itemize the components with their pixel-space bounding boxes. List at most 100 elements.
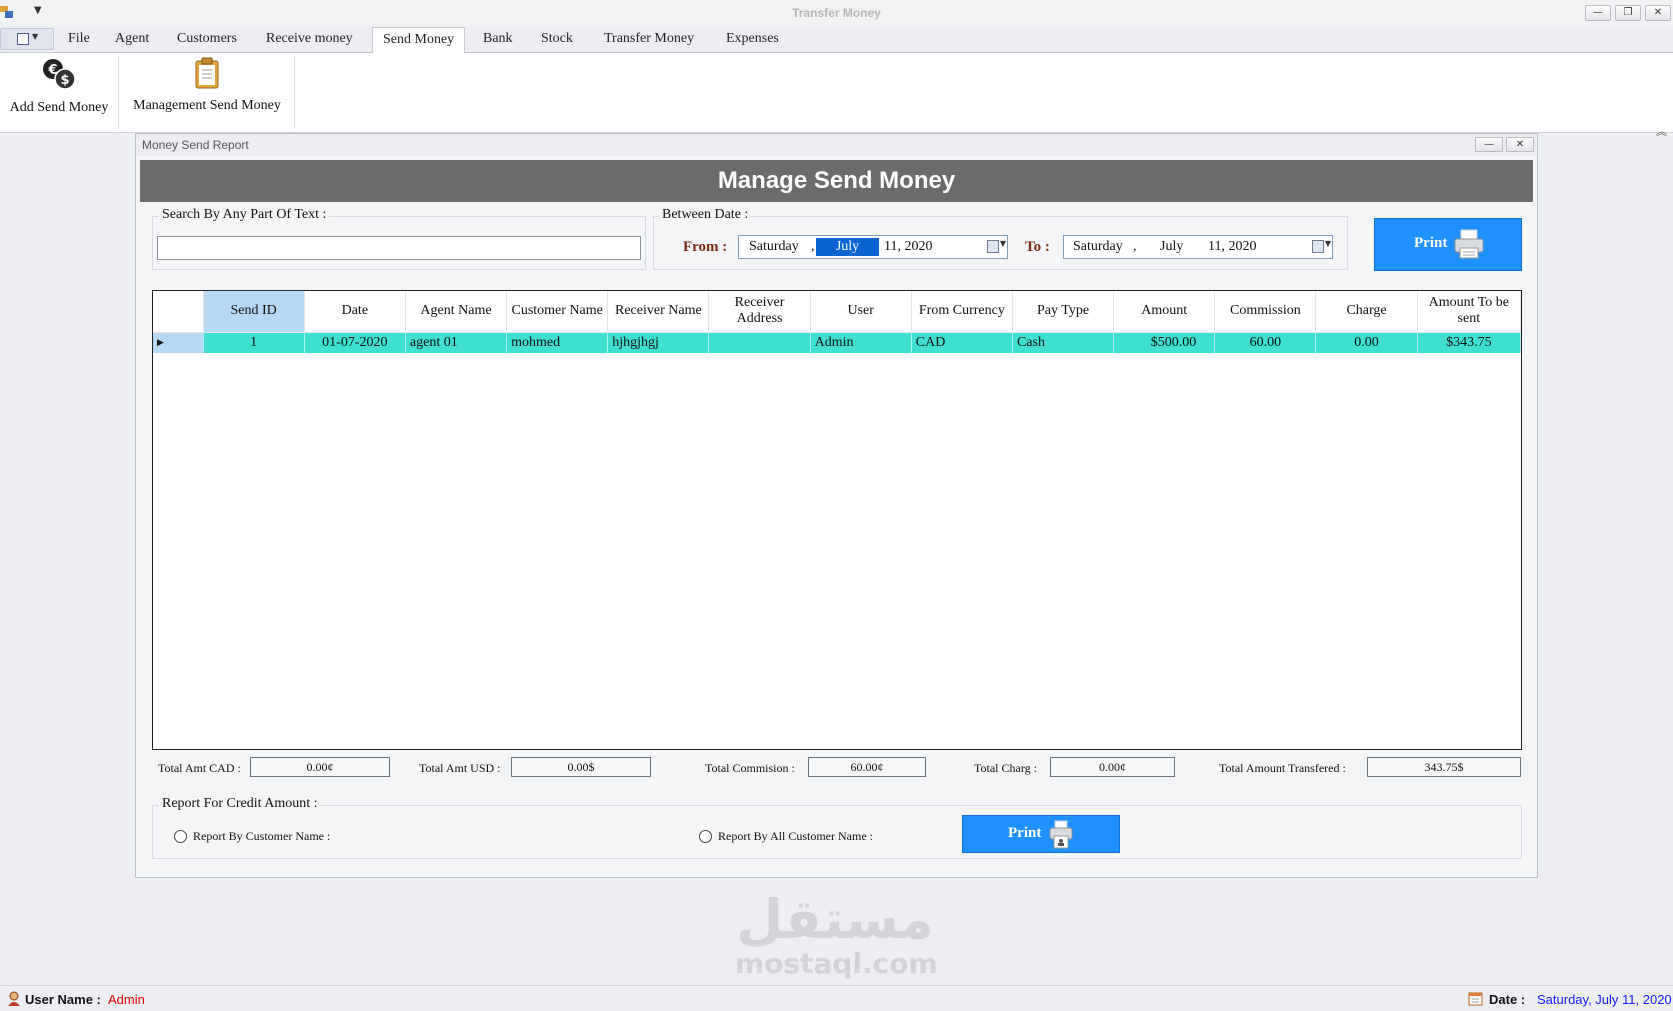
send-money-grid[interactable]: Send ID Date Agent Name Customer Name Re… xyxy=(152,290,1522,750)
table-row[interactable]: ▶ 1 01-07-2020 agent 01 mohmed hjhgjhgj … xyxy=(153,332,1521,353)
from-label: From : xyxy=(683,239,728,255)
to-day-year: 11, 2020 xyxy=(1208,239,1257,254)
user-icon xyxy=(8,991,20,1006)
column-header-user[interactable]: User xyxy=(810,291,912,333)
date-filter-title: Between Date : xyxy=(659,207,752,223)
tab-send-money[interactable]: Send Money xyxy=(372,27,466,54)
column-header-from-currency[interactable]: From Currency xyxy=(911,291,1013,333)
management-send-money-label: Management Send Money xyxy=(133,98,281,113)
ribbon-separator xyxy=(294,57,295,129)
printer-icon xyxy=(1454,229,1484,259)
search-input[interactable] xyxy=(157,236,641,260)
tab-expenses[interactable]: Expenses xyxy=(722,31,783,47)
column-header-receiver-name[interactable]: Receiver Name xyxy=(607,291,710,333)
cell-customer-name[interactable]: mohmed xyxy=(506,332,609,353)
to-weekday: Saturday xyxy=(1073,239,1123,254)
user-name-value: Admin xyxy=(108,992,145,1007)
tab-agent[interactable]: Agent xyxy=(111,31,153,47)
tab-receive-money[interactable]: Receive money xyxy=(262,31,357,47)
management-send-money-button[interactable]: Management Send Money xyxy=(127,57,287,114)
tab-customers[interactable]: Customers xyxy=(173,31,241,47)
column-header-amount-to-be-sent[interactable]: Amount To be sent xyxy=(1417,291,1521,333)
cell-commission[interactable]: 60.00 xyxy=(1214,332,1317,353)
column-header-charge[interactable]: Charge xyxy=(1315,291,1418,333)
cell-send-id[interactable]: 1 xyxy=(203,332,305,353)
chevron-down-icon: ▼ xyxy=(32,32,39,41)
chevron-down-icon[interactable]: ▼ xyxy=(1325,239,1331,248)
column-header-receiver-address[interactable]: Receiver Address xyxy=(708,291,811,333)
credit-report-print-button[interactable]: Print xyxy=(962,815,1120,853)
report-by-customer-radio[interactable] xyxy=(174,830,187,843)
close-button[interactable]: ✕ xyxy=(1645,5,1671,21)
calendar-icon[interactable] xyxy=(987,240,999,253)
total-charge-label: Total Charg : xyxy=(974,761,1037,775)
total-cad-label: Total Amt CAD : xyxy=(158,761,241,775)
child-window-title: Money Send Report xyxy=(142,138,249,152)
to-separator: , xyxy=(1133,239,1137,254)
cell-agent-name[interactable]: agent 01 xyxy=(405,332,508,353)
total-cad-value: 0.00¢ xyxy=(250,757,390,777)
minimize-button[interactable]: — xyxy=(1585,5,1611,21)
column-header-agent-name[interactable]: Agent Name xyxy=(405,291,508,333)
cell-amount[interactable]: $500.00 xyxy=(1113,332,1216,353)
total-commission-value: 60.00¢ xyxy=(808,757,926,777)
cell-pay-type[interactable]: Cash xyxy=(1012,332,1115,353)
calendar-icon[interactable] xyxy=(1312,240,1324,253)
page-title: Manage Send Money xyxy=(140,160,1533,202)
tab-transfer-money[interactable]: Transfer Money xyxy=(600,31,698,47)
column-header-amount[interactable]: Amount xyxy=(1113,291,1216,333)
clipboard-icon xyxy=(195,57,219,89)
report-by-all-customer-radio[interactable] xyxy=(699,830,712,843)
cell-user[interactable]: Admin xyxy=(810,332,912,353)
collapse-ribbon-icon[interactable]: ︽ xyxy=(1656,123,1667,139)
total-transferred-value: 343.75$ xyxy=(1367,757,1521,777)
cell-receiver-address[interactable] xyxy=(708,332,811,353)
money-exchange-icon: € $ xyxy=(43,59,76,90)
credit-report-title: Report For Credit Amount : xyxy=(159,796,321,812)
from-day-year: 11, 2020 xyxy=(884,239,933,254)
row-indicator-icon[interactable]: ▶ xyxy=(153,332,204,353)
column-header-customer-name[interactable]: Customer Name xyxy=(506,291,609,333)
to-month: July xyxy=(1160,239,1184,254)
from-month[interactable]: July xyxy=(816,238,879,256)
print-button[interactable]: Print xyxy=(1374,218,1522,271)
cell-from-currency[interactable]: CAD xyxy=(911,332,1013,353)
to-date-picker[interactable]: Saturday , July 11, 2020 ▼ xyxy=(1063,235,1333,259)
column-header-send-id[interactable]: Send ID xyxy=(203,291,305,333)
svg-text:$: $ xyxy=(60,73,69,88)
tab-stock[interactable]: Stock xyxy=(537,31,577,47)
tab-file[interactable]: File xyxy=(64,31,94,47)
restore-button[interactable]: ❐ xyxy=(1615,5,1641,21)
report-by-customer-label[interactable]: Report By Customer Name : xyxy=(193,829,330,844)
to-label: To : xyxy=(1025,239,1050,255)
chevron-down-icon[interactable]: ▼ xyxy=(1000,239,1006,248)
application-menu-button[interactable]: ▼ xyxy=(0,28,54,50)
add-send-money-button[interactable]: € $ Add Send Money xyxy=(4,57,114,116)
cell-receiver-name[interactable]: hjhgjhgj xyxy=(607,332,710,353)
tab-bank[interactable]: Bank xyxy=(479,31,517,47)
report-by-all-customer-label[interactable]: Report By All Customer Name : xyxy=(718,829,873,844)
from-date-picker[interactable]: Saturday , July 11, 2020 ▼ xyxy=(738,235,1008,259)
cell-amount-to-be-sent[interactable]: $343.75 xyxy=(1417,332,1521,353)
ribbon-separator xyxy=(118,57,119,129)
user-name-label: User Name : xyxy=(25,992,101,1007)
window-title: Transfer Money xyxy=(792,6,881,20)
cell-charge[interactable]: 0.00 xyxy=(1315,332,1418,353)
total-charge-value: 0.00¢ xyxy=(1050,757,1175,777)
calendar-icon xyxy=(1468,992,1483,1006)
total-usd-value: 0.00$ xyxy=(511,757,651,777)
column-header-date[interactable]: Date xyxy=(304,291,406,333)
child-close-button[interactable]: ✕ xyxy=(1506,137,1534,152)
total-transferred-label: Total Amount Transfered : xyxy=(1219,761,1346,775)
search-group-title: Search By Any Part Of Text : xyxy=(159,207,330,223)
grid-corner xyxy=(153,291,204,333)
total-commission-label: Total Commision : xyxy=(705,761,795,775)
ribbon-panel: € $ Add Send Money Management Send Money… xyxy=(0,53,1673,138)
add-send-money-label: Add Send Money xyxy=(9,100,109,115)
watermark-latin: mostaql.com xyxy=(735,947,938,980)
total-usd-label: Total Amt USD : xyxy=(419,761,501,775)
column-header-pay-type[interactable]: Pay Type xyxy=(1012,291,1115,333)
child-minimize-button[interactable]: — xyxy=(1475,137,1503,152)
column-header-commission[interactable]: Commission xyxy=(1214,291,1317,333)
cell-date[interactable]: 01-07-2020 xyxy=(304,332,406,353)
